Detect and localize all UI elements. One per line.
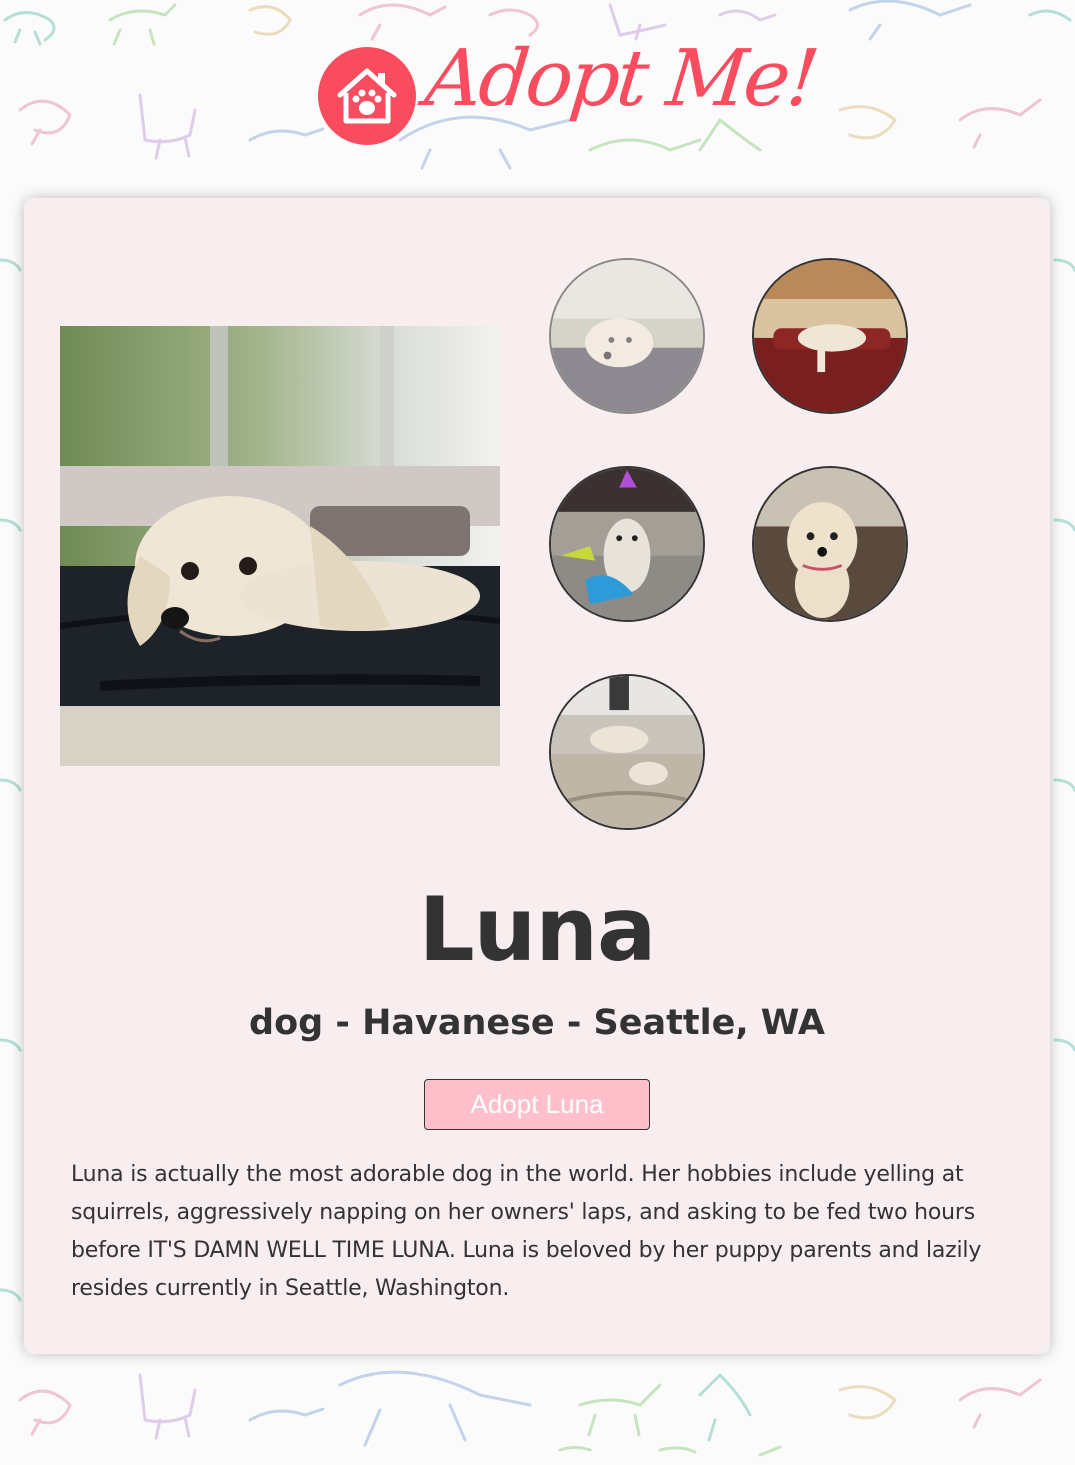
pet-name: Luna xyxy=(418,878,657,981)
logo-text[interactable]: Adopt Me! xyxy=(421,34,820,124)
adopt-button[interactable]: Adopt Luna xyxy=(424,1079,650,1130)
pet-details-card: Luna dog - Havanese - Seattle, WA Adopt … xyxy=(24,198,1050,1354)
house-paw-icon[interactable] xyxy=(318,47,416,145)
pet-description: Luna is actually the most adorable dog i… xyxy=(71,1162,982,1301)
site-header: Adopt Me! xyxy=(0,0,1075,180)
hero-image xyxy=(60,326,500,766)
gallery-thumb-4[interactable] xyxy=(752,466,908,622)
gallery-thumb-3[interactable] xyxy=(549,466,705,622)
gallery-thumb-1[interactable] xyxy=(549,258,705,414)
pet-meta: dog - Havanese - Seattle, WA xyxy=(249,1003,825,1043)
gallery-thumb-5[interactable] xyxy=(549,674,705,830)
gallery-thumb-2[interactable] xyxy=(752,258,908,414)
